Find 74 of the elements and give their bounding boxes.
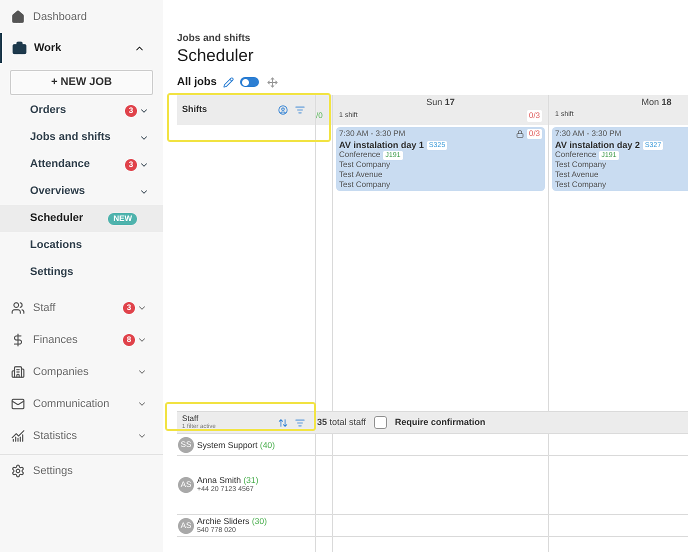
shift-count: /0 xyxy=(316,110,323,122)
page-title: Scheduler xyxy=(177,46,255,66)
staffing-ratio: 0/3 xyxy=(526,110,542,122)
dollar-icon xyxy=(11,333,25,347)
sidebar-item[interactable]: Finances 8 xyxy=(0,324,163,356)
submenu-item[interactable]: Attendance 3 xyxy=(0,151,163,178)
submenu-item[interactable]: Settings xyxy=(0,259,163,286)
sort-icon[interactable] xyxy=(278,418,288,428)
job-count: (30) xyxy=(252,516,267,526)
shift-title: AV instalation day 2 xyxy=(555,140,640,150)
staff-name: Anna Smith xyxy=(197,475,241,485)
job-count: (31) xyxy=(243,475,258,485)
staff-name: System Support xyxy=(197,440,258,450)
chart-icon xyxy=(11,429,25,443)
staff-row[interactable]: SS System Support (40) xyxy=(177,434,315,456)
move-icon[interactable] xyxy=(266,76,278,88)
submenu-item[interactable]: Orders 3 xyxy=(0,97,163,124)
checkbox[interactable] xyxy=(374,416,387,429)
home-icon xyxy=(11,10,25,24)
people-icon xyxy=(11,301,25,315)
staff-name: Archie Sliders xyxy=(197,516,250,526)
new-job-button[interactable]: + NEW JOB xyxy=(10,70,153,95)
sidebar-item[interactable]: Work xyxy=(0,33,163,63)
checkbox-label: Require confirmation xyxy=(394,416,486,429)
count-badge: 3 xyxy=(125,104,137,116)
job-type: Conference xyxy=(555,150,596,160)
avatar: AS xyxy=(178,518,194,534)
sidebar-item[interactable]: Communication xyxy=(0,388,163,420)
count-badge: 3 xyxy=(123,302,135,314)
toggle-switch[interactable] xyxy=(240,77,259,87)
grid-cell xyxy=(315,456,332,515)
shift-time: 7:30 AM - 3:30 PM xyxy=(555,129,622,139)
envelope-icon xyxy=(11,397,25,411)
shift-detail: Test Company xyxy=(555,160,608,170)
person-circle-icon[interactable] xyxy=(278,105,288,115)
shift-detail: Test Company xyxy=(339,160,392,170)
submenu-item[interactable]: Scheduler NEW xyxy=(0,205,163,232)
breadcrumb: Jobs and shifts xyxy=(177,32,252,46)
avatar: AS xyxy=(178,477,194,493)
new-tag: NEW xyxy=(108,212,137,224)
lock-icon xyxy=(516,130,524,138)
sidebar-item[interactable]: Settings xyxy=(0,455,163,487)
submenu-item[interactable]: Locations xyxy=(0,232,163,259)
count-badge: 8 xyxy=(123,334,135,346)
shift-time: 7:30 AM - 3:30 PM xyxy=(339,129,406,139)
submenu-item[interactable]: Jobs and shifts xyxy=(0,124,163,151)
sidebar-item[interactable]: Staff 3 xyxy=(0,292,163,324)
briefcase-icon xyxy=(12,40,27,56)
filter-icon[interactable] xyxy=(295,105,305,115)
settings-icon xyxy=(11,464,25,478)
shift-detail: Test Company xyxy=(555,180,608,190)
job-type: Conference xyxy=(339,150,380,160)
shifts-header: Shifts xyxy=(177,95,315,125)
sidebar-item[interactable]: Statistics xyxy=(0,420,163,452)
grid-cell[interactable] xyxy=(332,434,548,456)
building-icon xyxy=(11,365,25,379)
filter-label: All jobs xyxy=(177,74,217,90)
edit-icon[interactable] xyxy=(222,76,234,88)
shift-detail: Test Avenue xyxy=(555,170,600,180)
grid-cell[interactable] xyxy=(332,456,548,515)
grid-cell[interactable] xyxy=(332,515,548,537)
shift-detail: Test Avenue xyxy=(339,170,384,180)
avatar: SS xyxy=(178,436,194,452)
count-badge: 3 xyxy=(125,158,137,170)
sidebar-item[interactable]: Companies xyxy=(0,356,163,388)
staff-title: Staff xyxy=(182,414,200,422)
filter-icon[interactable] xyxy=(295,418,305,428)
total-staff: 35 total staff xyxy=(317,416,366,429)
sidebar-item[interactable]: Dashboard xyxy=(0,1,163,33)
shift-title: AV instalation day 1 xyxy=(339,140,424,150)
job-count: (40) xyxy=(260,440,275,450)
submenu-item[interactable]: Overviews xyxy=(0,178,163,205)
staffing-ratio: 0/3 xyxy=(526,129,542,139)
shift-detail: Test Company xyxy=(339,180,392,190)
